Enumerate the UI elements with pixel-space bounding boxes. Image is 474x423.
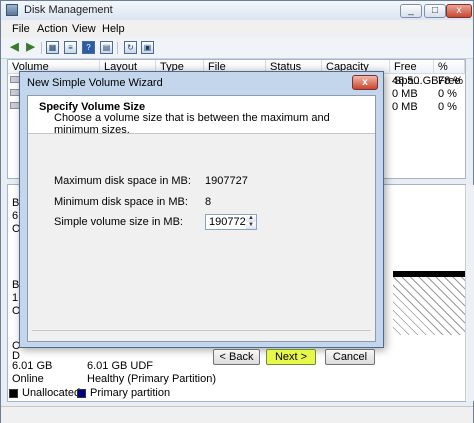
volume-size-spinner[interactable]: ▲ ▼: [246, 215, 256, 229]
disk-label-fragment: 1: [12, 292, 19, 304]
unallocated-region[interactable]: [393, 271, 465, 335]
title-bar: Disk Management _ □ x: [1, 1, 473, 20]
spin-up-icon[interactable]: ▲: [246, 215, 256, 222]
toolbar-separator: [117, 42, 118, 54]
unallocated-swatch: [9, 389, 18, 398]
column-free-space[interactable]: Free Spa...: [390, 60, 434, 87]
partition-status-label: Healthy (Primary Partition): [87, 373, 216, 385]
disk-size-label: 6.01 GB: [12, 360, 53, 372]
disk-properties-icon[interactable]: ▣: [141, 41, 154, 54]
primary-partition-swatch: [77, 389, 86, 398]
wizard-header: Specify Volume Size Choose a volume size…: [28, 96, 375, 136]
wizard-divider: [32, 330, 371, 331]
wizard-subheading: Choose a volume size that is between the…: [54, 112, 330, 136]
properties-icon[interactable]: ≡: [64, 41, 77, 54]
max-size-label: Maximum disk space in MB:: [54, 175, 191, 187]
menu-file[interactable]: File: [12, 23, 30, 35]
disk-status-label: Online: [12, 373, 44, 385]
free-space-cell: 0 MB: [392, 88, 418, 100]
disk-management-icon: [6, 4, 18, 16]
help-icon[interactable]: ?: [82, 41, 95, 54]
toolbar: ◀ ▶ ▦ ≡ ? ▤ ↻ ▣: [1, 38, 473, 59]
menu-bar: File Action View Help: [1, 20, 473, 38]
back-button[interactable]: < Back: [213, 349, 260, 365]
list-view-icon[interactable]: ▤: [100, 41, 113, 54]
primary-partition-legend-label: Primary partition: [90, 387, 171, 399]
percent-free-cell: 0 %: [438, 88, 457, 100]
vertical-scrollbar[interactable]: [465, 185, 474, 401]
unallocated-legend-label: Unallocated: [22, 387, 81, 399]
wizard-title: New Simple Volume Wizard: [27, 77, 163, 89]
menu-view[interactable]: View: [72, 23, 96, 35]
spin-down-icon[interactable]: ▼: [246, 222, 256, 229]
cancel-button[interactable]: Cancel: [325, 349, 375, 365]
partition-size-label: 6.01 GB UDF: [87, 360, 154, 372]
console-tree-icon[interactable]: ▦: [46, 41, 59, 54]
wizard-close-button[interactable]: x: [352, 75, 378, 90]
back-arrow-icon[interactable]: ◀: [8, 41, 21, 54]
minimize-button[interactable]: _: [400, 4, 422, 18]
next-button[interactable]: Next >: [266, 349, 316, 365]
menu-action[interactable]: Action: [37, 23, 68, 35]
new-simple-volume-wizard: New Simple Volume Wizard x Specify Volum…: [19, 71, 384, 365]
column-percent-free[interactable]: % Free: [434, 60, 465, 87]
free-space-cell: 46.50 GB: [392, 75, 439, 87]
close-button[interactable]: x: [446, 4, 472, 18]
free-space-cell: 0 MB: [392, 101, 418, 113]
refresh-icon[interactable]: ↻: [124, 41, 137, 54]
status-bar: [1, 406, 473, 423]
wizard-content: Specify Volume Size Choose a volume size…: [27, 95, 376, 365]
toolbar-separator: [41, 42, 42, 54]
menu-help[interactable]: Help: [102, 23, 125, 35]
maximize-button[interactable]: □: [424, 4, 446, 18]
min-size-value: 8: [205, 196, 212, 208]
min-size-label: Minimum disk space in MB:: [54, 196, 188, 208]
volume-size-label: Simple volume size in MB:: [54, 216, 183, 228]
percent-free-cell: 78 %: [438, 75, 464, 87]
disk-label-fragment: 6: [12, 210, 19, 222]
forward-arrow-icon[interactable]: ▶: [24, 41, 37, 54]
percent-free-cell: 0 %: [438, 101, 457, 113]
max-size-value: 1907727: [205, 175, 248, 187]
window-title: Disk Management: [24, 4, 113, 16]
